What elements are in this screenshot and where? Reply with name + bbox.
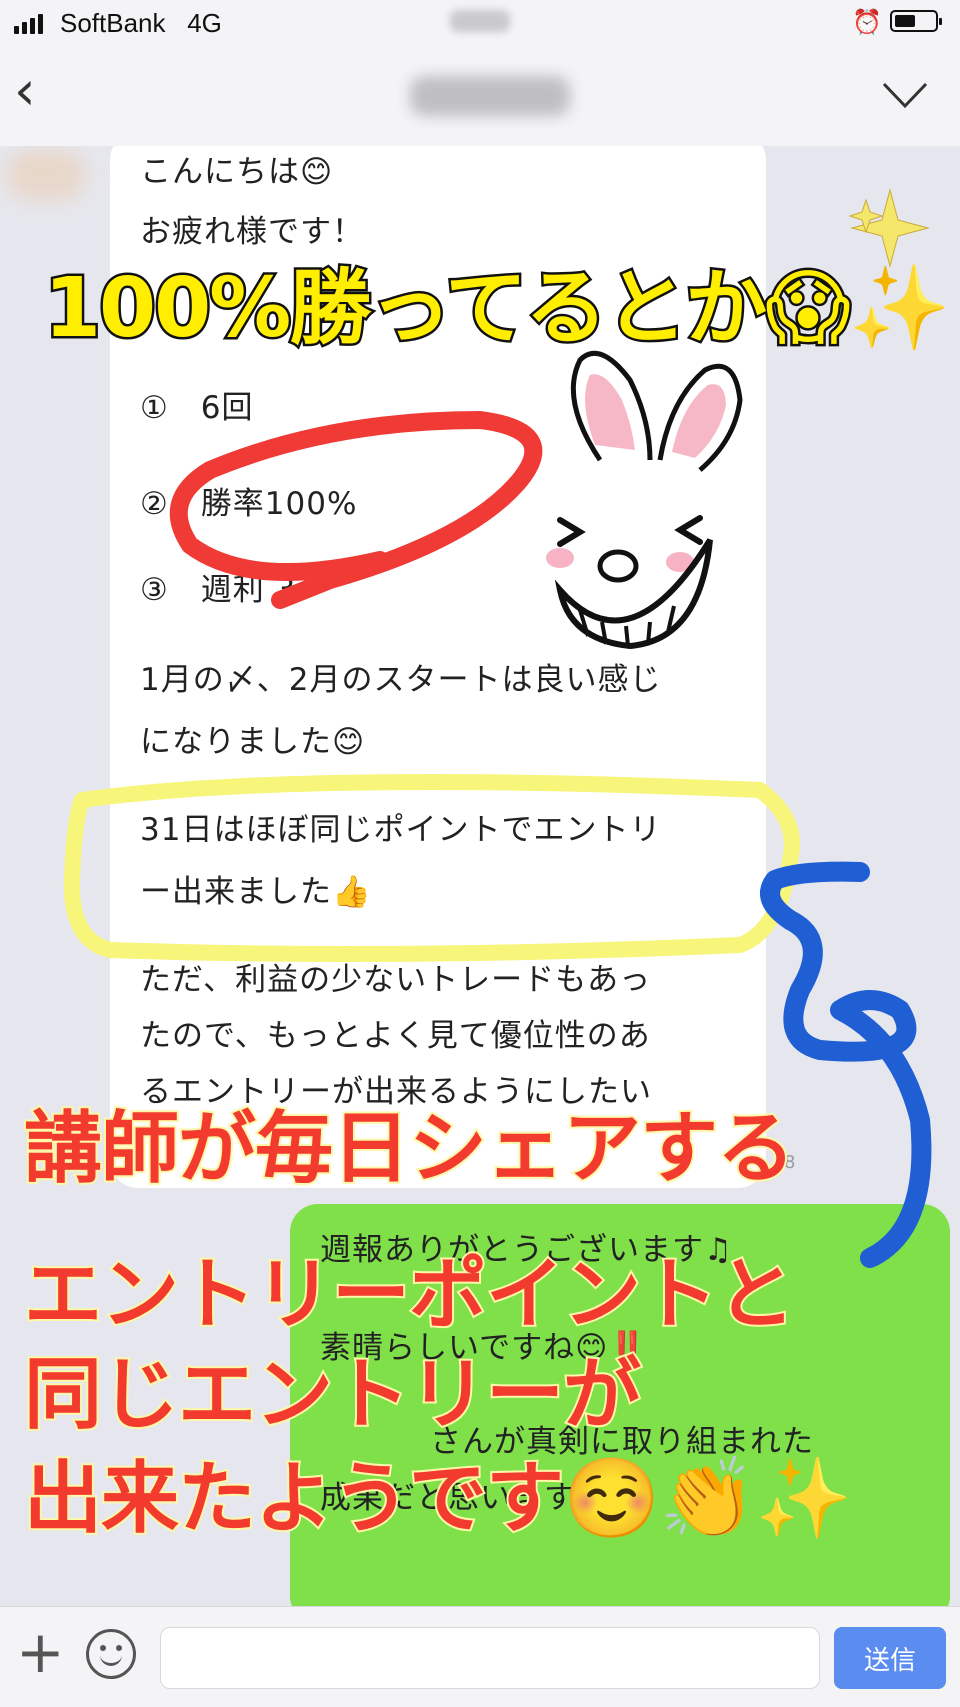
message-line: ③ 週利 3	[140, 572, 297, 608]
send-button[interactable]: 送信	[834, 1627, 946, 1689]
message-line: お疲れ様です！	[140, 214, 364, 250]
message-line: 1月の〆、2月のスタートは良い感じ	[140, 662, 662, 698]
message-line: たので、もっとよく見て優位性のあ	[140, 1018, 651, 1054]
message-line: 31日はほぼ同じポイントでエントリ	[140, 812, 662, 848]
alarm-icon: ⏰	[852, 9, 882, 36]
message-line: ① 6回	[140, 390, 254, 426]
signal-strength-icon	[14, 14, 43, 34]
message-line: こんにちは😊	[140, 154, 334, 190]
message-line: ただ、利益の少ないトレードもあっ	[140, 962, 652, 998]
emoji-icon[interactable]	[86, 1629, 136, 1679]
avatar[interactable]	[6, 150, 86, 200]
caption-top: 100%勝ってるとか😱✨	[42, 261, 954, 356]
caption-red-3: 同じエントリーが	[22, 1350, 643, 1440]
plus-icon[interactable]: +	[16, 1623, 65, 1681]
message-input[interactable]	[160, 1627, 820, 1689]
battery-icon	[890, 10, 942, 32]
message-line: ② 勝率100%	[140, 486, 358, 522]
chevron-left-icon[interactable]: ‹	[14, 64, 36, 118]
chat-header: ‹	[0, 46, 960, 147]
carrier-name: SoftBank	[60, 8, 166, 38]
clock-blurred	[450, 10, 510, 32]
carrier-label: SoftBank 4G	[60, 8, 222, 39]
caption-red-1: 講師が毎日シェアする	[22, 1104, 797, 1194]
caption-red-4: 出来たようです☺️👏✨	[22, 1454, 854, 1544]
message-line: になりました😊	[140, 724, 366, 760]
message-input-bar: + 送信	[0, 1606, 960, 1707]
caption-red-2: エントリーポイントと	[22, 1250, 797, 1340]
network-type: 4G	[187, 8, 222, 38]
chat-title-blurred	[410, 76, 570, 116]
status-bar: SoftBank 4G ⏰	[0, 0, 960, 46]
message-line: ー出来ました👍	[140, 874, 372, 910]
chevron-down-icon[interactable]	[882, 82, 928, 110]
